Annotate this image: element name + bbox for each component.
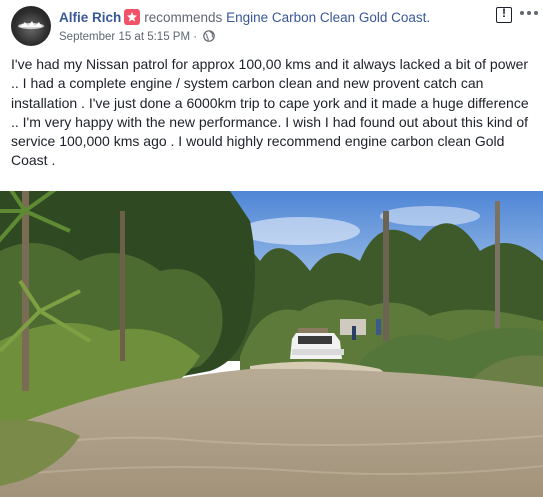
avatar[interactable] xyxy=(11,6,51,46)
meta-separator: · xyxy=(193,31,198,43)
report-exclamation-icon[interactable] xyxy=(496,6,512,23)
author-line: Alfie Rich recommends Engine Carbon Clean… xyxy=(59,9,430,25)
post-header: Alfie Rich recommends Engine Carbon Clean… xyxy=(0,0,543,50)
page-link[interactable]: Engine Carbon Clean Gold Coast. xyxy=(226,10,430,25)
recommends-text: recommends xyxy=(144,10,223,25)
avatar-sparkle-icon xyxy=(18,21,44,29)
post-body-text: I've had my Nissan patrol for approx 100… xyxy=(11,56,529,169)
post-photo[interactable] xyxy=(0,191,543,497)
author-name[interactable]: Alfie Rich xyxy=(59,10,121,25)
more-options-icon[interactable] xyxy=(520,10,538,16)
post-meta: September 15 at 5:15 PM · xyxy=(59,30,216,43)
recommendation-star-icon xyxy=(124,9,141,25)
globe-icon[interactable] xyxy=(203,30,216,42)
river-crossing-photo xyxy=(0,191,543,497)
post-timestamp[interactable]: September 15 at 5:15 PM xyxy=(59,31,190,43)
